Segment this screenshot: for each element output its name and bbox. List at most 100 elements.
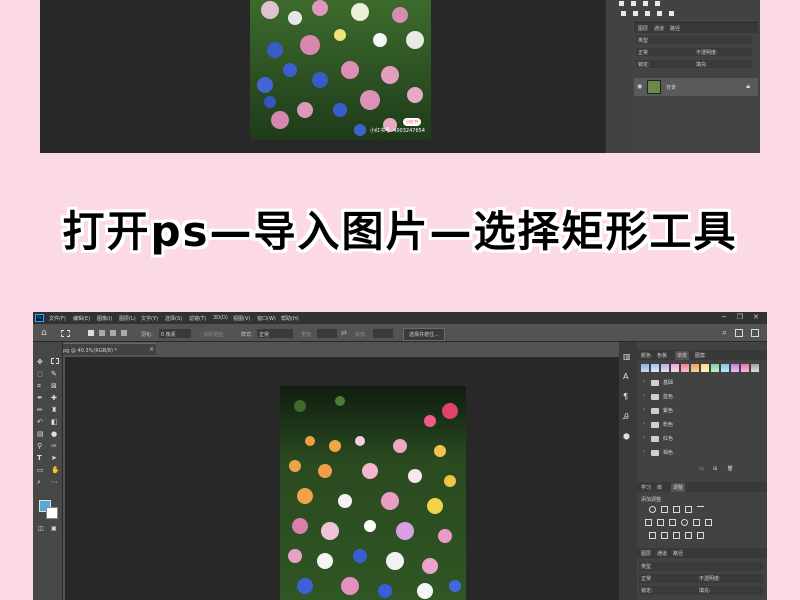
levels-icon[interactable] — [661, 506, 668, 513]
paragraph-icon[interactable]: ¶ — [623, 392, 628, 401]
gradient-preset[interactable] — [661, 364, 669, 372]
menu-image[interactable]: 图像(I) — [97, 315, 112, 322]
rect-marquee-icon[interactable] — [61, 330, 70, 337]
path-select-icon[interactable]: ➤ — [51, 454, 57, 462]
threshold-icon[interactable] — [673, 532, 680, 539]
gradient-preset[interactable] — [701, 364, 709, 372]
eyedropper-icon[interactable]: ✒ — [37, 394, 43, 402]
home-icon[interactable]: ⌂ — [41, 328, 47, 338]
tab-paths[interactable]: 路径 — [673, 550, 683, 557]
dodge-icon[interactable]: ⚲ — [37, 442, 42, 450]
invert-icon[interactable] — [649, 532, 656, 539]
gradient-preset[interactable] — [711, 364, 719, 372]
bw-icon[interactable] — [669, 519, 676, 526]
antialias-label[interactable]: 消除锯齿 — [203, 331, 223, 338]
gradient-map-icon[interactable] — [685, 532, 692, 539]
more-tools-icon[interactable]: ⋯ — [51, 478, 58, 486]
tab-swatches[interactable]: 色板 — [657, 352, 667, 359]
vibrance-icon[interactable] — [697, 506, 704, 513]
lasso-icon[interactable]: ◌ — [37, 370, 43, 378]
tab-layers[interactable]: 图层 — [641, 550, 651, 557]
document-canvas[interactable] — [65, 357, 619, 600]
type-icon[interactable]: T — [37, 454, 42, 462]
tab-channels[interactable]: 通道 — [654, 25, 664, 32]
tab-patterns[interactable]: 图案 — [695, 352, 705, 359]
height-input[interactable] — [373, 329, 393, 338]
selective-color-icon[interactable] — [697, 532, 704, 539]
crop-icon[interactable]: ⌗ — [37, 382, 41, 391]
menu-3d[interactable]: 3D(D) — [213, 315, 228, 321]
color-balance-icon[interactable] — [657, 519, 664, 526]
eye-icon[interactable]: ◉ — [637, 83, 642, 90]
gradient-preset[interactable] — [641, 364, 649, 372]
layer-filter-row[interactable]: 类型 — [639, 562, 763, 571]
folder-brown[interactable]: › 褐色 — [643, 448, 763, 458]
curves-icon[interactable] — [673, 506, 680, 513]
folder-pink[interactable]: › 粉色 — [643, 420, 763, 430]
blur-icon[interactable]: ● — [51, 430, 57, 438]
workspace-icon[interactable] — [735, 329, 743, 337]
subtract-selection-icon[interactable] — [110, 330, 116, 336]
menu-layer[interactable]: 图层(L) — [119, 315, 136, 322]
share-icon[interactable] — [751, 329, 759, 337]
new-selection-icon[interactable] — [88, 330, 94, 336]
close-icon[interactable]: ✕ — [753, 313, 759, 321]
minimize-icon[interactable]: − — [721, 313, 727, 321]
posterize-icon[interactable] — [661, 532, 668, 539]
pen-icon[interactable]: ✑ — [51, 442, 57, 450]
channel-mixer-icon[interactable] — [693, 519, 700, 526]
tab-paths[interactable]: 路径 — [670, 25, 680, 32]
add-selection-icon[interactable] — [99, 330, 105, 336]
background-color-swatch[interactable] — [46, 507, 58, 519]
new-folder-icon[interactable]: ▭ — [699, 466, 704, 472]
menu-type[interactable]: 文字(Y) — [141, 315, 158, 322]
new-preset-icon[interactable]: ⊞ — [713, 466, 717, 472]
gradient-preset[interactable] — [751, 364, 759, 372]
style-select[interactable]: 正常 — [257, 329, 293, 338]
select-and-mask-button[interactable]: 选择并遮住... — [403, 328, 445, 341]
delete-icon[interactable]: 🗑︎ — [727, 466, 733, 472]
search-icon[interactable]: ⌕ — [722, 328, 727, 338]
gradient-preset[interactable] — [671, 364, 679, 372]
menu-file[interactable]: 文件(F) — [49, 315, 66, 322]
adjust-icon[interactable] — [644, 10, 651, 17]
menu-filter[interactable]: 滤镜(T) — [189, 315, 206, 322]
gradient-preset[interactable] — [741, 364, 749, 372]
feather-input[interactable]: 0 像素 — [159, 329, 191, 338]
rect-marquee-tool-icon[interactable] — [51, 358, 59, 364]
adjust-icon[interactable] — [654, 0, 661, 7]
tab-libraries[interactable]: 库 — [657, 484, 662, 491]
tab-learn[interactable]: 学习 — [641, 484, 651, 491]
hue-sat-icon[interactable] — [645, 519, 652, 526]
tab-channels[interactable]: 通道 — [657, 550, 667, 557]
brush-icon[interactable]: ✏ — [37, 406, 43, 414]
width-input[interactable] — [317, 329, 337, 338]
glyphs-icon[interactable]: Ꭿ — [623, 412, 629, 422]
gradient-preset[interactable] — [651, 364, 659, 372]
rectangle-icon[interactable]: ▭ — [37, 466, 44, 474]
gradient-preset[interactable] — [721, 364, 729, 372]
gradient-icon[interactable]: ▤ — [37, 430, 44, 438]
folder-red[interactable]: › 红色 — [643, 434, 763, 444]
quick-select-icon[interactable]: ✎ — [51, 370, 57, 378]
swap-icon[interactable]: ⇄ — [341, 329, 347, 337]
gradient-preset[interactable] — [681, 364, 689, 372]
history-icon[interactable]: ▥ — [623, 352, 631, 361]
gradient-preset[interactable] — [731, 364, 739, 372]
document-canvas[interactable]: 小红书 小红书号: 4003247654 — [40, 0, 606, 153]
adjust-icon[interactable] — [618, 0, 625, 7]
adjust-icon[interactable] — [632, 10, 639, 17]
photo-filter-icon[interactable] — [681, 519, 688, 526]
blend-row[interactable]: 正常 不透明度: — [639, 574, 763, 583]
gradient-preset[interactable] — [691, 364, 699, 372]
layer-row-background[interactable]: ◉ 背景 🔒︎ — [634, 78, 758, 96]
hand-icon[interactable]: ✋ — [51, 466, 60, 474]
history-brush-icon[interactable]: ↶ — [37, 418, 43, 426]
blend-row[interactable]: 正常 不透明度: — [636, 48, 752, 56]
menu-select[interactable]: 选择(S) — [165, 315, 182, 322]
quick-mask-icon[interactable]: ◫ — [38, 525, 44, 532]
color-lookup-icon[interactable] — [705, 519, 712, 526]
exposure-icon[interactable] — [685, 506, 692, 513]
adjust-icon[interactable] — [656, 10, 663, 17]
screen-mode-icon[interactable]: ▣ — [51, 525, 57, 532]
